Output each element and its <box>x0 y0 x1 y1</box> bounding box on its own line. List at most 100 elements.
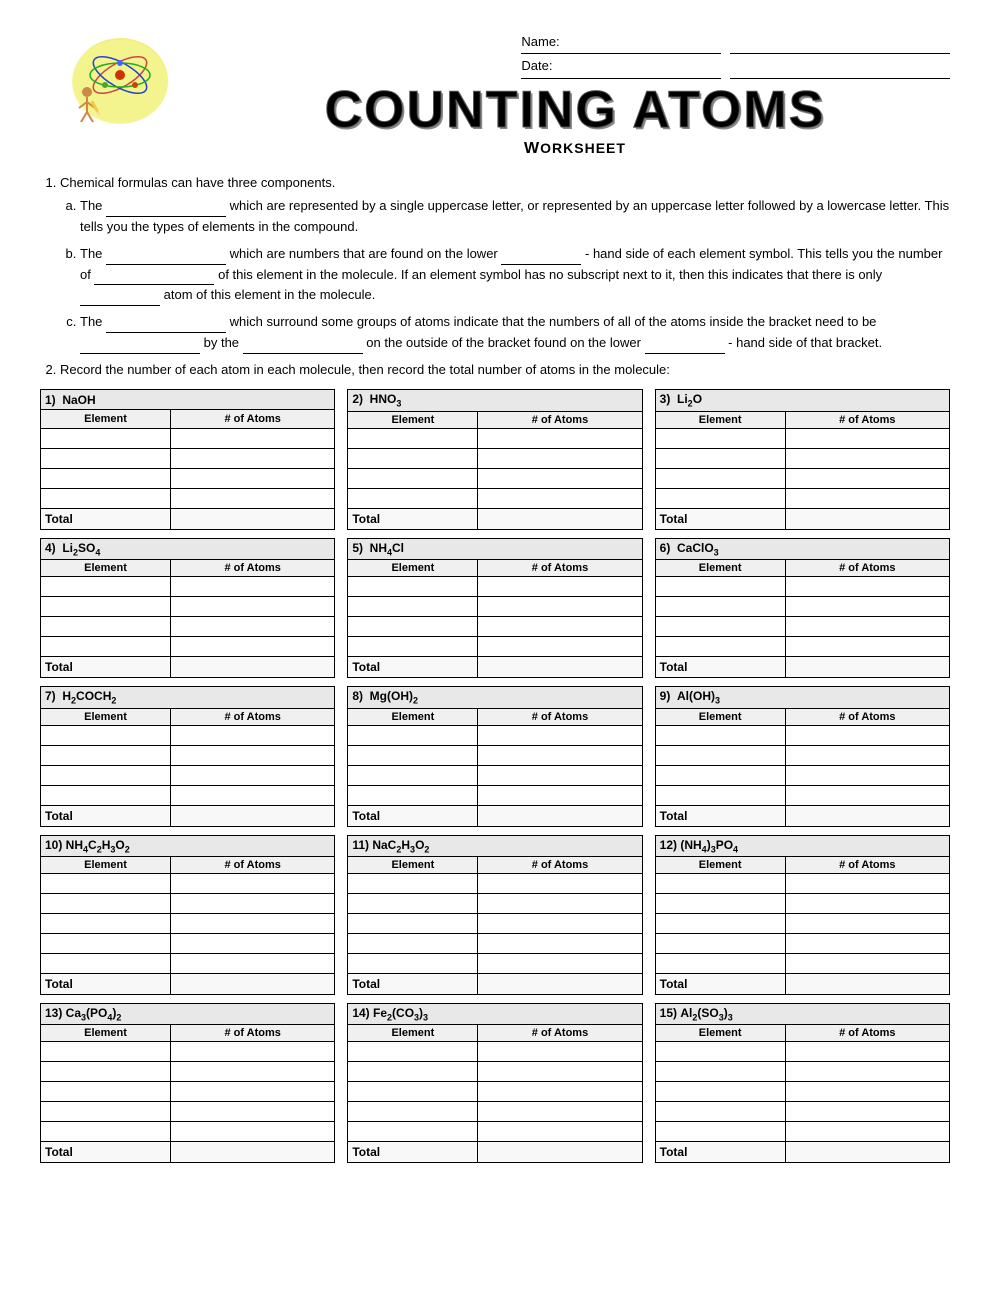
text-c3: on the outside of the bracket found on t… <box>366 335 644 350</box>
table-15: 15) Al2(SO3)3 Element# of Atoms Total <box>655 1003 950 1163</box>
col-atoms-12: # of Atoms <box>785 856 949 873</box>
table-row <box>348 1042 642 1062</box>
table-row <box>655 597 949 617</box>
col-element-10: Element <box>41 856 171 873</box>
table-row <box>655 1082 949 1102</box>
col-atoms-11: # of Atoms <box>478 856 642 873</box>
mol-title-12: 12) (NH4)3PO4 <box>655 835 949 856</box>
col-element-11: Element <box>348 856 478 873</box>
instructions-section: Chemical formulas can have three compone… <box>40 173 950 380</box>
text-b4: atom of this element in the molecule. <box>164 287 376 302</box>
table-row <box>655 1102 949 1122</box>
blank-c4 <box>645 340 725 354</box>
subtitle: WORKSHEET <box>524 140 626 158</box>
mol-title-4: 4) Li2SO4 <box>41 538 335 559</box>
table-14: 14) Fe2(CO3)3 Element# of Atoms Total <box>347 1003 642 1163</box>
col-atoms-10: # of Atoms <box>171 856 335 873</box>
table-row <box>655 617 949 637</box>
mol-title-9: 9) Al(OH)3 <box>655 687 949 708</box>
col-element-14: Element <box>348 1025 478 1042</box>
table-row <box>348 577 642 597</box>
name-blank <box>730 30 950 54</box>
blank-b1 <box>106 251 226 265</box>
table-row <box>41 953 335 973</box>
table-row <box>655 1122 949 1142</box>
col-atoms-5: # of Atoms <box>478 560 642 577</box>
col-element-3: Element <box>655 411 785 428</box>
table-row <box>41 488 335 508</box>
col-atoms-7: # of Atoms <box>171 708 335 725</box>
table-row <box>348 1082 642 1102</box>
table-5: 5) NH4Cl Element# of Atoms Total <box>347 538 642 678</box>
table-row <box>348 725 642 745</box>
total-row-7: Total <box>41 805 335 826</box>
col-atoms-14: # of Atoms <box>478 1025 642 1042</box>
name-date-area: Name: Date: <box>516 30 950 79</box>
col-element-2: Element <box>348 411 478 428</box>
total-row-9: Total <box>655 805 949 826</box>
col-element-6: Element <box>655 560 785 577</box>
tables-row-3: 7) H2COCH2 Element# of Atoms Total 8) Mg… <box>40 686 950 826</box>
text-b1: which are numbers that are found on the … <box>230 246 502 261</box>
table-row <box>348 1062 642 1082</box>
blank-a1 <box>106 203 226 217</box>
table-row <box>655 1042 949 1062</box>
table-row <box>348 448 642 468</box>
total-row-1: Total <box>41 508 335 529</box>
table-row <box>348 953 642 973</box>
table-row <box>348 597 642 617</box>
table-row <box>655 933 949 953</box>
instruction-2: Record the number of each atom in each m… <box>60 360 950 380</box>
col-atoms-13: # of Atoms <box>171 1025 335 1042</box>
table-row <box>348 745 642 765</box>
header: Name: Date: COUNTING ATOMS WORKSHEET <box>40 30 950 158</box>
table-row <box>655 725 949 745</box>
mol-title-3: 3) Li2O <box>655 390 949 411</box>
table-11: 11) NaC2H3O2 Element# of Atoms Total <box>347 835 642 995</box>
total-row-15: Total <box>655 1142 949 1163</box>
tables-row-1: 1) NaOH Element# of Atoms Total 2) HNO3 … <box>40 389 950 529</box>
table-row <box>41 428 335 448</box>
tables-row-5: 13) Ca3(PO4)2 Element# of Atoms Total 14… <box>40 1003 950 1163</box>
sub-list: The which are represented by a single up… <box>60 196 950 354</box>
table-row <box>348 637 642 657</box>
instruction-2-text: Record the number of each atom in each m… <box>60 362 670 377</box>
table-4: 4) Li2SO4 Element# of Atoms Total <box>40 538 335 678</box>
col-atoms-6: # of Atoms <box>785 560 949 577</box>
total-row-11: Total <box>348 973 642 994</box>
table-row <box>655 448 949 468</box>
instruction-1-text: Chemical formulas can have three compone… <box>60 175 335 190</box>
mol-title-7: 7) H2COCH2 <box>41 687 335 708</box>
mol-title-14: 14) Fe2(CO3)3 <box>348 1003 642 1024</box>
table-row <box>655 745 949 765</box>
table-row <box>41 448 335 468</box>
total-row-4: Total <box>41 657 335 678</box>
table-2: 2) HNO3 Element# of Atoms Total <box>347 389 642 529</box>
table-row <box>348 933 642 953</box>
tables-row-4: 10) NH4C2H3O2 Element# of Atoms Total 11… <box>40 835 950 995</box>
blank-c2 <box>80 340 200 354</box>
table-row <box>41 577 335 597</box>
table-row <box>41 1062 335 1082</box>
table-row <box>41 1082 335 1102</box>
table-row <box>41 617 335 637</box>
table-row <box>41 1122 335 1142</box>
instruction-a: The which are represented by a single up… <box>80 196 950 238</box>
total-row-10: Total <box>41 973 335 994</box>
instruction-b: The which are numbers that are found on … <box>80 244 950 306</box>
col-element-7: Element <box>41 708 171 725</box>
tables-row-2: 4) Li2SO4 Element# of Atoms Total 5) NH4… <box>40 538 950 678</box>
text-c4: - hand side of that bracket. <box>728 335 882 350</box>
blank-b4 <box>80 292 160 306</box>
logo-area <box>40 30 200 130</box>
text-b3: of this element in the molecule. If an e… <box>218 267 882 282</box>
name-label: Name: <box>521 30 721 54</box>
table-row <box>41 468 335 488</box>
table-row <box>655 765 949 785</box>
table-row <box>655 785 949 805</box>
col-element-8: Element <box>348 708 478 725</box>
table-row <box>655 873 949 893</box>
table-row <box>41 873 335 893</box>
subtitle-text: WORKSHEET <box>524 140 626 157</box>
total-row-14: Total <box>348 1142 642 1163</box>
